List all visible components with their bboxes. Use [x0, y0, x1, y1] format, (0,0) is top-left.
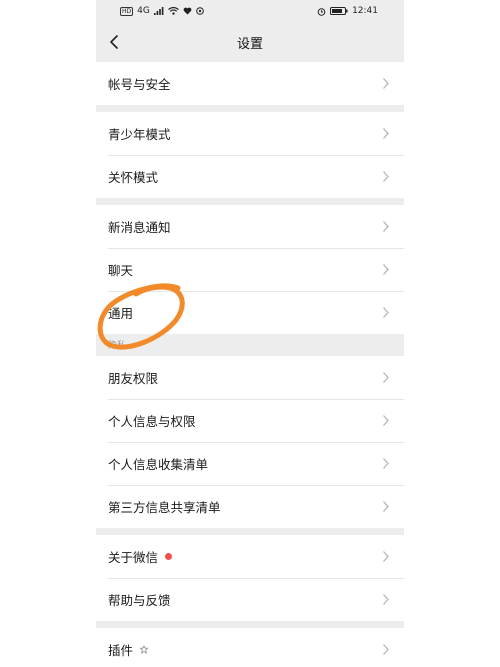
network-box: HD	[120, 6, 134, 16]
item-label: 通用	[108, 306, 134, 321]
group-privacy: 朋友权限 个人信息与权限 个人信息收集清单 第三方信息共享清单	[96, 356, 404, 528]
group-modes: 青少年模式 关怀模式	[96, 112, 404, 198]
section-label-privacy: 隐私	[108, 341, 127, 351]
nav-header: 设置	[96, 22, 404, 62]
item-label: 帮助与反馈	[108, 593, 171, 608]
settings-item-teen-mode[interactable]: 青少年模式	[96, 112, 404, 155]
page-title: 设置	[236, 36, 263, 52]
settings-item-friend-permissions[interactable]: 朋友权限	[96, 356, 404, 399]
chevron-right-icon	[383, 307, 389, 318]
settings-screen: HD 4G 12:41 设置 帐号与安全 青少年模式 关怀模式 新消息通知 聊天…	[96, 0, 404, 667]
item-label: 帐号与安全	[108, 77, 171, 92]
settings-item-notifications[interactable]: 新消息通知	[96, 205, 404, 248]
alarm-icon	[317, 7, 326, 16]
settings-item-third-party-sharing[interactable]: 第三方信息共享清单	[96, 485, 404, 528]
signal-text: 4G	[137, 6, 150, 16]
chevron-right-icon	[383, 78, 389, 89]
wifi-icon	[167, 7, 179, 15]
chevron-right-icon	[383, 644, 389, 655]
chevron-right-icon	[383, 372, 389, 383]
item-label: 第三方信息共享清单	[108, 500, 221, 515]
item-label: 个人信息与权限	[108, 414, 196, 429]
group-account: 帐号与安全	[96, 62, 404, 105]
location-icon	[196, 7, 204, 15]
group-general: 新消息通知 聊天 通用	[96, 205, 404, 334]
chevron-right-icon	[383, 128, 389, 139]
group-plugins: 插件	[96, 628, 404, 667]
battery-icon	[330, 7, 348, 15]
settings-item-personal-info-list[interactable]: 个人信息收集清单	[96, 442, 404, 485]
chevron-right-icon	[383, 501, 389, 512]
plugin-icon	[139, 644, 149, 654]
clock: 12:41	[352, 6, 378, 16]
settings-item-general[interactable]: 通用	[96, 291, 404, 334]
settings-item-about-wechat[interactable]: 关于微信	[96, 535, 404, 578]
settings-item-plugins[interactable]: 插件	[96, 628, 404, 667]
group-about: 关于微信 帮助与反馈	[96, 535, 404, 621]
chevron-right-icon	[383, 415, 389, 426]
chevron-right-icon	[383, 264, 389, 275]
item-label: 朋友权限	[108, 371, 159, 386]
chevron-right-icon	[383, 221, 389, 232]
item-label: 新消息通知	[108, 220, 171, 235]
settings-item-chat[interactable]: 聊天	[96, 248, 404, 291]
settings-item-help-feedback[interactable]: 帮助与反馈	[96, 578, 404, 621]
chevron-right-icon	[383, 594, 389, 605]
status-left: HD 4G	[120, 6, 204, 16]
item-label: 插件	[108, 643, 134, 658]
update-badge	[165, 553, 173, 560]
settings-item-personal-info-permissions[interactable]: 个人信息与权限	[96, 399, 404, 442]
item-label: 聊天	[108, 263, 134, 278]
item-label: 个人信息收集清单	[108, 457, 209, 472]
status-right: 12:41	[317, 6, 378, 16]
signal-icon	[153, 7, 164, 15]
chevron-right-icon	[383, 171, 389, 182]
chevron-right-icon	[383, 458, 389, 469]
chevron-right-icon	[383, 551, 389, 562]
item-label: 关于微信	[108, 550, 159, 565]
heart-icon	[183, 7, 192, 15]
chevron-left-icon[interactable]	[106, 33, 124, 51]
item-label: 关怀模式	[108, 170, 159, 185]
settings-item-care-mode[interactable]: 关怀模式	[96, 155, 404, 198]
item-label: 青少年模式	[108, 127, 171, 142]
status-bar: HD 4G 12:41	[96, 0, 404, 22]
settings-item-account-security[interactable]: 帐号与安全	[96, 62, 404, 105]
